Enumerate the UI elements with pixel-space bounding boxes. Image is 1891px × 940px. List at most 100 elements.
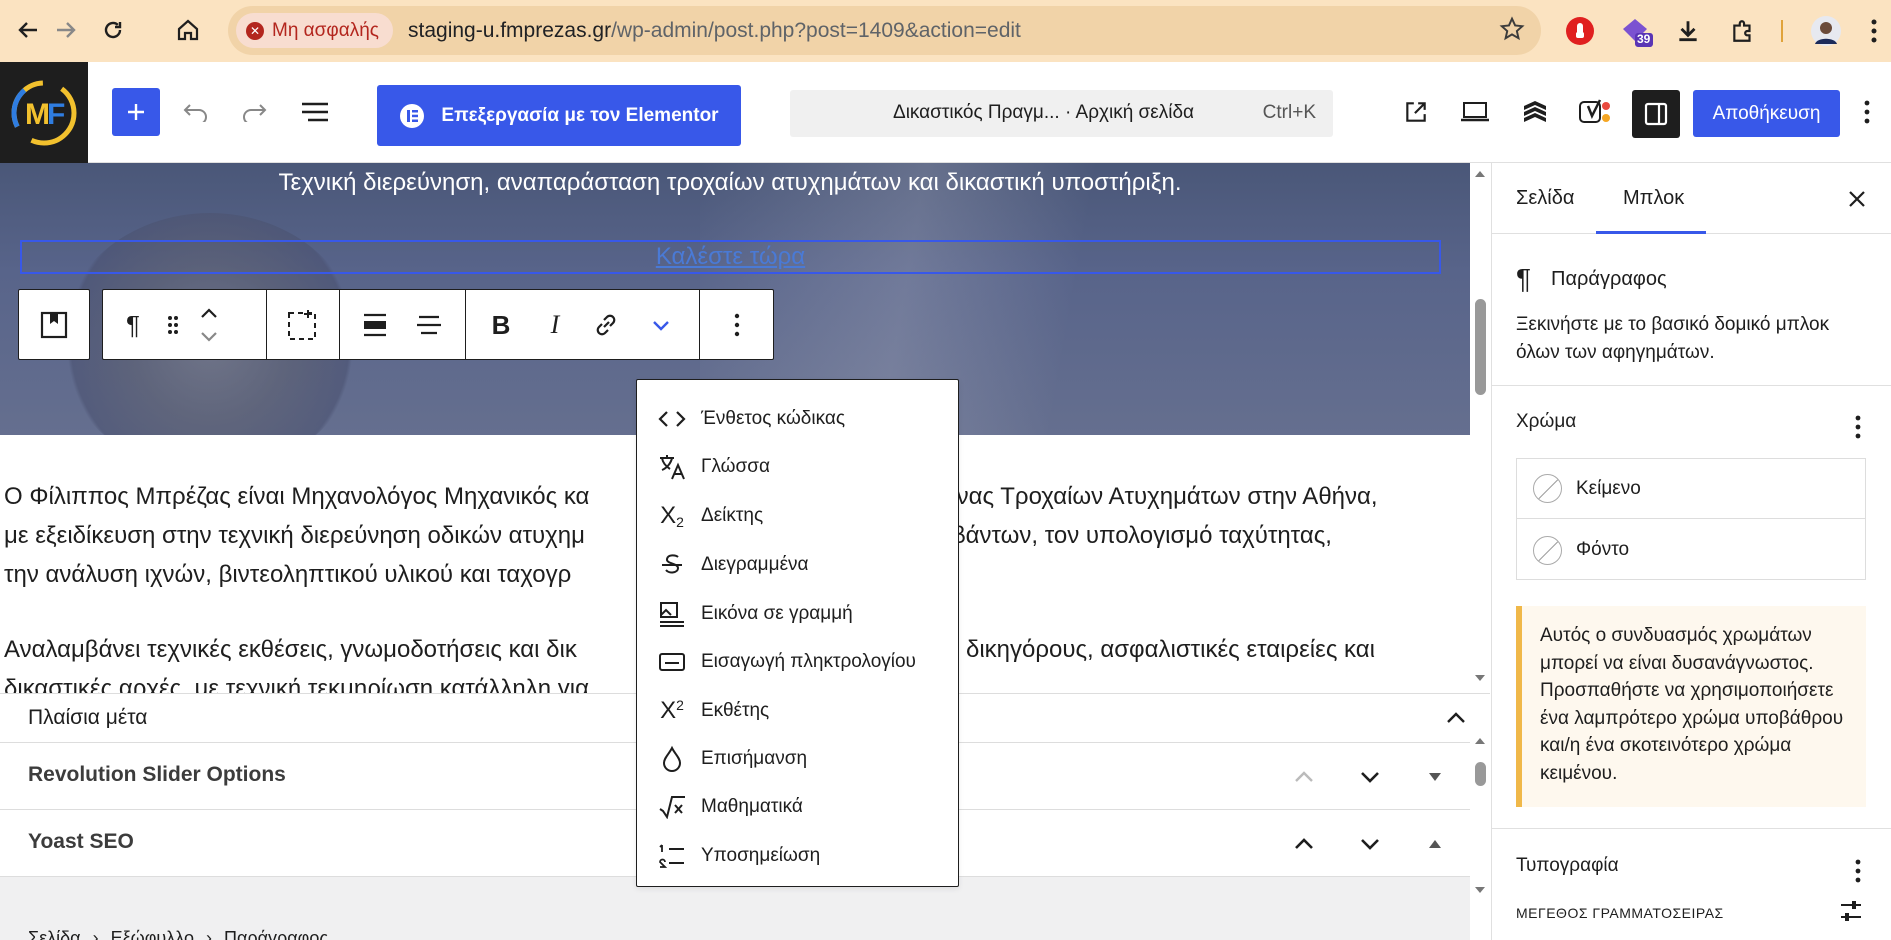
view-page-button[interactable] [1392,88,1440,136]
inline-image-icon [657,599,687,629]
security-chip[interactable]: ✕ Μη ασφαλής [236,13,393,48]
save-button[interactable]: Αποθήκευση [1693,90,1840,137]
edit-with-elementor-button[interactable]: Επεξεργασία με τον Elementor [377,85,741,146]
move-up-icon[interactable] [1293,837,1315,851]
text-color-control[interactable]: Κείμενο [1517,459,1865,519]
back-button[interactable] [8,10,48,50]
stackable-plugin-button[interactable] [1511,88,1559,136]
selected-paragraph-block[interactable]: Καλέστε τώρα [20,240,1441,274]
move-up-icon[interactable] [1293,770,1315,784]
toggle-panel-icon[interactable] [1428,772,1442,782]
italic-button[interactable]: I [533,302,577,348]
format-language[interactable]: Γλώσσα [657,447,947,487]
parent-block-selector[interactable] [18,289,90,360]
reload-button[interactable] [93,10,133,50]
forward-arrow-icon [57,22,76,38]
block-options-button[interactable] [715,302,759,348]
scroll-down-icon[interactable] [1470,671,1490,685]
options-menu-button[interactable] [1855,88,1879,136]
bold-button[interactable]: B [479,302,523,348]
move-down-icon[interactable] [1359,770,1381,784]
undo-icon [183,104,207,122]
forward-button[interactable] [46,10,86,50]
link-button[interactable] [584,302,628,348]
format-keyboard-input[interactable]: Εισαγωγή πληκτρολογίου [657,642,947,682]
scrollbar-thumb[interactable] [1475,299,1486,395]
address-bar[interactable]: ✕ Μη ασφαλής staging-u.fmprezas.gr/wp-ad… [228,6,1541,55]
browser-toolbar: ✕ Μη ασφαλής staging-u.fmprezas.gr/wp-ad… [0,0,1891,62]
site-logo[interactable]: M F [0,62,88,163]
chevron-right-icon: › [205,928,212,940]
move-up-down[interactable] [187,302,231,348]
format-superscript[interactable]: X2 Εκθέτης [657,691,947,731]
drag-handle-icon [168,316,178,334]
download-icon[interactable] [1670,13,1706,49]
format-label: Επισήμανση [701,748,808,769]
svg-text:F: F [47,98,65,131]
profile-avatar[interactable] [1808,13,1844,49]
format-strikethrough[interactable]: Διεγραμμένα [657,545,947,585]
background-color-control[interactable]: Φόντο [1517,520,1865,580]
puzzle-extensions-icon[interactable] [1725,13,1761,49]
format-inline-code[interactable]: Ένθετος κώδικας [657,399,947,439]
breadcrumb-item[interactable]: Παράγραφος [224,928,328,940]
chevron-up-icon[interactable] [1445,711,1467,725]
yoast-seo-button[interactable] [1571,88,1619,136]
breadcrumb-item[interactable]: Εξώφυλλο [111,928,194,940]
block-width-button[interactable] [353,302,397,348]
align-text-button[interactable] [407,302,451,348]
browser-menu-icon[interactable] [1856,13,1891,49]
color-panel-heading: Χρώμα [1516,411,1577,432]
undo-button[interactable] [172,88,220,136]
sidebar-tabs: Σελίδα Μπλοκ [1492,163,1891,234]
toggle-panel-icon[interactable] [1428,839,1442,849]
document-overview-button[interactable] [291,88,339,136]
call-now-link[interactable]: Καλέστε τώρα [656,243,805,270]
home-button[interactable] [168,10,208,50]
move-down-icon[interactable] [1359,837,1381,851]
preview-button[interactable] [1451,88,1499,136]
command-palette-bar[interactable]: Δικαστικός Πραγμ... · Αρχική σελίδα Ctrl… [790,90,1333,137]
redo-button[interactable] [230,88,278,136]
format-subscript[interactable]: X2 Δείκτης [657,496,947,536]
block-card: ¶ Παράγραφος Ξεκινήστε με το βασικό δομι… [1516,263,1876,367]
sliders-icon[interactable] [1839,899,1863,923]
extension-icon[interactable]: 39 [1619,13,1655,49]
block-inserter-button[interactable] [112,88,160,136]
vertical-ellipsis-icon [734,313,740,337]
home-icon [177,19,199,41]
adblock-extension-icon[interactable] [1562,13,1598,49]
empty-swatch-icon [1533,535,1562,565]
extension-badge: 39 [1637,32,1651,46]
typography-options-icon[interactable] [1855,859,1861,884]
code-icon [657,404,687,434]
format-inline-image[interactable]: Εικόνα σε γραμμή [657,594,947,634]
more-formats-button[interactable] [639,302,683,348]
block-toolbar: ¶ B I [102,289,774,360]
meta-scrollbar[interactable] [1470,734,1490,900]
superscript-icon: X2 [660,697,684,724]
close-icon[interactable] [1846,188,1868,210]
link-icon [596,314,616,336]
math-icon [657,792,687,822]
canvas-scrollbar[interactable] [1470,163,1490,693]
format-highlight[interactable]: Επισήμανση [657,739,947,779]
cover-subtitle[interactable]: Τεχνική διερεύνηση, αναπαράσταση τροχαίω… [0,169,1460,197]
select-parent-button[interactable] [281,302,325,348]
chevron-right-icon: › [92,928,99,940]
breadcrumb-item[interactable]: Σελίδα [28,928,81,940]
tab-block[interactable]: Μπλοκ [1623,187,1684,210]
bookmark-star-icon[interactable] [1499,16,1525,47]
redo-icon [243,104,267,122]
strikethrough-icon [657,550,687,580]
paragraph-icon[interactable]: ¶ [111,302,155,348]
format-math[interactable]: Μαθηματικά [657,787,947,827]
color-options-icon[interactable] [1855,415,1861,440]
toolbar-divider [1781,20,1783,42]
font-size-label: ΜΕΓΕΘΟΣ ΓΡΑΜΜΑΤΟΣΕΙΡΑΣ [1516,905,1724,921]
settings-sidebar-toggle[interactable] [1632,90,1680,138]
scroll-up-icon[interactable] [1470,167,1490,181]
format-footnote[interactable]: Υποσημείωση [657,836,947,876]
tab-page[interactable]: Σελίδα [1516,187,1574,210]
block-description: Ξεκινήστε με το βασικό δομικό μπλοκ όλων… [1516,314,1830,363]
